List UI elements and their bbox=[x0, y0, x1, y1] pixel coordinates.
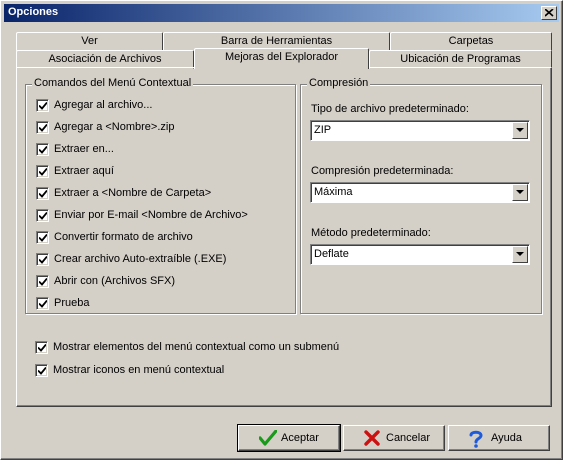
checkbox-box[interactable] bbox=[36, 121, 49, 134]
check-icon bbox=[39, 146, 47, 154]
check-icon bbox=[39, 190, 47, 198]
check-icon bbox=[39, 300, 47, 308]
checkbox-label: Agregar a <Nombre>.zip bbox=[54, 121, 175, 133]
file-type-label: Tipo de archivo predeterminado: bbox=[311, 103, 469, 115]
cross-icon bbox=[364, 430, 380, 446]
help-label: Ayuda bbox=[491, 432, 522, 444]
checkbox-box[interactable] bbox=[36, 253, 49, 266]
check-icon bbox=[39, 102, 47, 110]
chevron-down-icon bbox=[516, 128, 524, 132]
chevron-down-icon bbox=[516, 190, 524, 194]
checkbox-label: Abrir con (Archivos SFX) bbox=[54, 275, 176, 287]
tab-ver[interactable]: Ver bbox=[16, 32, 163, 51]
method-value: Deflate bbox=[314, 248, 349, 260]
title-bar[interactable]: Opciones bbox=[4, 4, 559, 22]
check-icon bbox=[39, 234, 47, 242]
checkbox-label: Extraer a <Nombre de Carpeta> bbox=[54, 187, 212, 199]
checkbox-box[interactable] bbox=[36, 187, 49, 200]
check-icon bbox=[38, 344, 46, 352]
checkbox-box[interactable] bbox=[36, 275, 49, 288]
method-label: Método predeterminado: bbox=[311, 227, 431, 239]
dropdown-button[interactable] bbox=[512, 122, 528, 139]
file-type-value: ZIP bbox=[314, 124, 332, 136]
tab-label: Carpetas bbox=[448, 35, 494, 47]
tab-panel: Comandos del Menú Contextual Agregar al … bbox=[16, 67, 552, 407]
check-icon bbox=[39, 256, 47, 264]
question-mark-icon bbox=[469, 430, 483, 448]
tab-label: Barra de Herramientas bbox=[220, 35, 333, 47]
dropdown-button[interactable] bbox=[512, 184, 528, 201]
check-icon bbox=[38, 367, 46, 375]
file-type-select[interactable]: ZIP bbox=[310, 120, 530, 141]
compression-value: Máxima bbox=[314, 186, 353, 198]
chevron-down-icon bbox=[516, 252, 524, 256]
tab-label: Asociación de Archivos bbox=[48, 53, 162, 65]
checkbox-label: Extraer en... bbox=[54, 143, 114, 155]
tab-carpetas[interactable]: Carpetas bbox=[390, 32, 552, 51]
checkbox-label: Enviar por E-mail <Nombre de Archivo> bbox=[54, 209, 248, 221]
window-title: Opciones bbox=[8, 6, 59, 18]
check-icon bbox=[39, 168, 47, 176]
close-icon bbox=[545, 9, 554, 17]
compression-label: Compresión predeterminada: bbox=[311, 165, 454, 177]
checkbox-label: Extraer aquí bbox=[54, 165, 114, 177]
checkbox-label: Crear archivo Auto-extraíble (.EXE) bbox=[54, 253, 227, 265]
checkbox-label: Mostrar elementos del menú contextual co… bbox=[53, 341, 340, 353]
checkbox-box[interactable] bbox=[36, 99, 49, 112]
tab-label: Ubicación de Programas bbox=[400, 53, 521, 65]
compression-group: Compresión Tipo de archivo predeterminad… bbox=[300, 77, 542, 314]
tab-mejoras-del-explorador[interactable]: Mejoras del Explorador bbox=[194, 48, 369, 69]
checkbox-label: Convertir formato de archivo bbox=[54, 231, 193, 243]
group-label: Compresión bbox=[307, 77, 371, 89]
checkbox-box[interactable] bbox=[36, 209, 49, 222]
cancel-label: Cancelar bbox=[386, 432, 431, 444]
checkbox-label: Prueba bbox=[54, 297, 90, 309]
method-select[interactable]: Deflate bbox=[310, 244, 530, 265]
checkbox-label: Agregar al archivo... bbox=[54, 99, 153, 111]
close-button[interactable] bbox=[541, 6, 557, 20]
checkbox-box[interactable] bbox=[35, 364, 48, 377]
checkbox-box[interactable] bbox=[36, 143, 49, 156]
checkbox-box[interactable] bbox=[36, 231, 49, 244]
checkbox-label: Mostrar iconos en menú contextual bbox=[53, 364, 225, 376]
cancel-button[interactable]: Cancelar bbox=[343, 425, 445, 451]
accept-label: Aceptar bbox=[281, 432, 319, 444]
checkbox-box[interactable] bbox=[36, 297, 49, 310]
accept-button[interactable]: Aceptar bbox=[237, 424, 341, 452]
help-button[interactable]: Ayuda bbox=[448, 425, 550, 451]
dropdown-button[interactable] bbox=[512, 246, 528, 263]
group-label: Comandos del Menú Contextual bbox=[32, 77, 194, 89]
tab-label: Ver bbox=[81, 35, 98, 47]
compression-select[interactable]: Máxima bbox=[310, 182, 530, 203]
check-icon bbox=[39, 124, 47, 132]
context-menu-commands-group: Comandos del Menú Contextual Agregar al … bbox=[25, 77, 296, 314]
checkbox-box[interactable] bbox=[35, 341, 48, 354]
check-icon bbox=[39, 212, 47, 220]
checkbox-box[interactable] bbox=[36, 165, 49, 178]
check-icon bbox=[39, 278, 47, 286]
checkmark-icon bbox=[259, 430, 277, 446]
tab-label: Mejoras del Explorador bbox=[224, 51, 339, 63]
